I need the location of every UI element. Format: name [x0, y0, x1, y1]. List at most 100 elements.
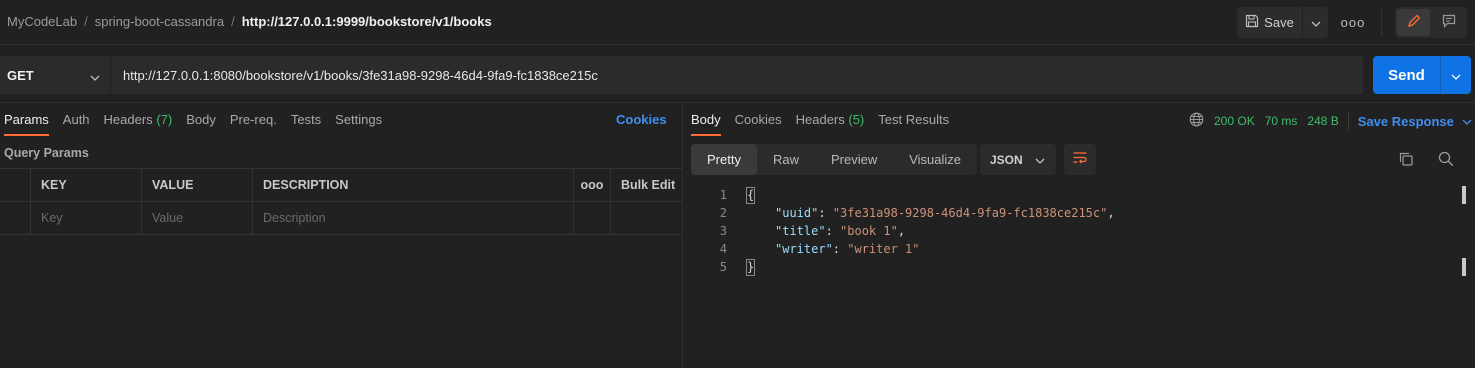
- response-tabs: Body Cookies Headers (5) Test Results: [691, 112, 963, 136]
- row-spacer: [574, 202, 611, 234]
- wrap-lines-icon: [1072, 151, 1088, 168]
- line-number: 4: [719, 242, 727, 256]
- tab-pre-request[interactable]: Pre-req.: [230, 112, 277, 136]
- edit-mode-button[interactable]: [1397, 9, 1430, 36]
- code-line: 3 "title": "book 1",: [691, 222, 1461, 240]
- pane-divider[interactable]: [682, 103, 683, 368]
- cookies-link[interactable]: Cookies: [616, 112, 667, 127]
- value-input[interactable]: Value: [142, 202, 253, 234]
- chevron-down-icon: [90, 69, 100, 84]
- view-raw[interactable]: Raw: [757, 144, 815, 175]
- format-label: JSON: [990, 152, 1023, 167]
- breadcrumb: MyCodeLab / spring-boot-cassandra / http…: [7, 14, 492, 29]
- sidebar-mode-toggle: [1395, 7, 1467, 38]
- scroll-marker: [1462, 258, 1466, 276]
- breadcrumb-separator: /: [84, 14, 88, 29]
- more-actions-button[interactable]: ooo: [1340, 7, 1366, 38]
- save-button-group: Save: [1237, 7, 1328, 38]
- tab-response-headers[interactable]: Headers (5): [796, 112, 865, 136]
- copy-button[interactable]: [1397, 150, 1417, 170]
- response-meta: 200 OK 70 ms 248 B Save Response: [1189, 112, 1472, 130]
- json-key: "title": [775, 224, 826, 238]
- column-options-button[interactable]: ooo: [574, 169, 611, 201]
- view-preview[interactable]: Preview: [815, 144, 893, 175]
- bulk-edit-button[interactable]: Bulk Edit: [611, 169, 682, 201]
- json-key: "uuid": [775, 206, 819, 220]
- save-label: Save: [1264, 15, 1294, 30]
- tab-response-body[interactable]: Body: [691, 112, 721, 136]
- response-size[interactable]: 248 B: [1307, 114, 1338, 128]
- headers-count: (7): [156, 112, 173, 127]
- save-response-button[interactable]: Save Response: [1358, 114, 1454, 129]
- description-input[interactable]: Description: [253, 202, 574, 234]
- tab-body[interactable]: Body: [186, 112, 216, 136]
- chevron-down-icon[interactable]: [1462, 114, 1472, 128]
- value-column-header: VALUE: [142, 169, 253, 201]
- method-label: GET: [7, 67, 34, 83]
- wrap-lines-button[interactable]: [1064, 144, 1096, 175]
- code-line: 4 "writer": "writer 1": [691, 240, 1461, 258]
- response-headers-count: (5): [848, 112, 865, 127]
- row-spacer: [611, 202, 682, 234]
- json-value: "3fe31a98-9298-46d4-9fa9-fc1838ce215c": [832, 206, 1108, 220]
- response-body-editor[interactable]: 1 { 2 "uuid": "3fe31a98-9298-46d4-9fa9-f…: [691, 186, 1461, 276]
- status-code[interactable]: 200 OK: [1214, 114, 1255, 128]
- save-icon: [1245, 14, 1259, 31]
- editor-scrollbar[interactable]: [1462, 186, 1466, 276]
- save-options-button[interactable]: [1303, 7, 1328, 38]
- key-column-header: KEY: [31, 169, 142, 201]
- view-visualize[interactable]: Visualize: [893, 144, 977, 175]
- tab-settings[interactable]: Settings: [335, 112, 382, 136]
- globe-icon[interactable]: [1189, 112, 1204, 130]
- scroll-marker: [1462, 186, 1466, 204]
- checkbox-column-header: [0, 169, 31, 201]
- json-value: "book 1": [840, 224, 898, 238]
- breadcrumb-collection[interactable]: spring-boot-cassandra: [95, 14, 224, 29]
- chevron-down-icon: [1311, 15, 1321, 30]
- close-brace: }: [746, 258, 755, 276]
- divider: [1347, 112, 1349, 130]
- query-params-heading: Query Params: [4, 146, 89, 160]
- request-tabs: Params Auth Headers (7) Body Pre-req. Te…: [4, 112, 396, 136]
- query-params-table: KEY VALUE DESCRIPTION ooo Bulk Edit Key …: [0, 168, 682, 235]
- key-input[interactable]: Key: [31, 202, 142, 234]
- request-name[interactable]: http://127.0.0.1:9999/bookstore/v1/books: [242, 14, 492, 29]
- tab-params[interactable]: Params: [4, 112, 49, 136]
- tab-auth[interactable]: Auth: [63, 112, 90, 136]
- response-time[interactable]: 70 ms: [1265, 114, 1298, 128]
- top-bar: MyCodeLab / spring-boot-cassandra / http…: [0, 0, 1475, 45]
- code-line: 2 "uuid": "3fe31a98-9298-46d4-9fa9-fc183…: [691, 204, 1461, 222]
- tab-test-results[interactable]: Test Results: [878, 112, 949, 136]
- json-key: "writer": [775, 242, 833, 256]
- row-checkbox-cell: [0, 202, 31, 234]
- view-mode-tabs: Pretty Raw Preview Visualize: [691, 144, 978, 175]
- pencil-icon: [1407, 14, 1421, 31]
- send-options-button[interactable]: [1440, 56, 1471, 94]
- send-button-group: Send: [1373, 56, 1471, 94]
- comments-button[interactable]: [1432, 9, 1465, 36]
- copy-icon: [1397, 152, 1415, 171]
- line-number: 5: [719, 260, 727, 274]
- format-select[interactable]: JSON: [980, 144, 1056, 175]
- description-column-header: DESCRIPTION: [253, 169, 574, 201]
- code-line: 5 }: [691, 258, 1461, 276]
- breadcrumb-workspace[interactable]: MyCodeLab: [7, 14, 77, 29]
- chevron-down-icon: [1035, 153, 1045, 167]
- tab-response-cookies[interactable]: Cookies: [735, 112, 782, 136]
- url-input[interactable]: [111, 56, 1363, 94]
- save-button[interactable]: Save: [1237, 7, 1303, 38]
- view-pretty[interactable]: Pretty: [691, 144, 757, 175]
- tab-headers[interactable]: Headers (7): [104, 112, 173, 136]
- tab-tests[interactable]: Tests: [291, 112, 321, 136]
- search-button[interactable]: [1437, 150, 1457, 170]
- table-header-row: KEY VALUE DESCRIPTION ooo Bulk Edit: [0, 169, 682, 202]
- open-brace: {: [746, 186, 755, 204]
- divider: [0, 102, 1475, 103]
- breadcrumb-separator: /: [231, 14, 235, 29]
- line-number: 2: [719, 206, 727, 220]
- method-select[interactable]: GET: [0, 56, 110, 94]
- send-button[interactable]: Send: [1373, 56, 1440, 94]
- line-number: 3: [719, 224, 727, 238]
- code-line: 1 {: [691, 186, 1461, 204]
- table-row: Key Value Description: [0, 202, 682, 235]
